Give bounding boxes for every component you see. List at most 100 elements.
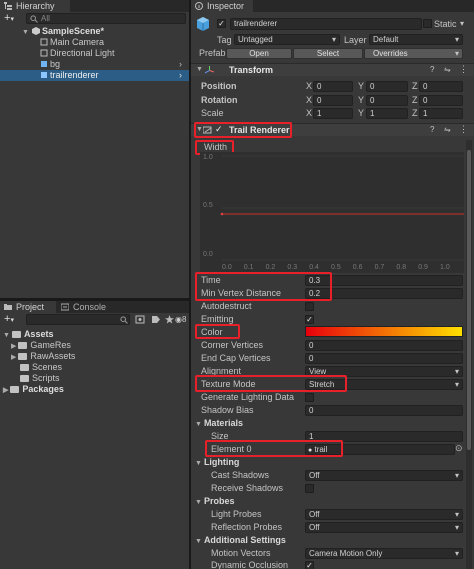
motion-vectors-dropdown[interactable]: Camera Motion Only xyxy=(305,548,463,559)
emitting-checkbox[interactable]: ✓ xyxy=(305,315,314,324)
filter-label-icon[interactable] xyxy=(151,315,161,324)
rotation-x-label[interactable]: X xyxy=(306,95,312,106)
static-dropdown-icon[interactable]: ▾ xyxy=(460,19,464,28)
probes-foldout[interactable]: ▼ Probes xyxy=(195,496,234,508)
scale-y-field[interactable]: 1 xyxy=(366,108,408,119)
rotation-z-field[interactable]: 0 xyxy=(419,95,463,106)
prefab-overrides-dropdown[interactable]: Overrides xyxy=(364,48,463,59)
project-item-scenes[interactable]: Scenes xyxy=(20,362,62,373)
expand-gameres-icon[interactable]: ▶ xyxy=(11,343,16,350)
tab-hierarchy[interactable]: Hierarchy xyxy=(0,0,70,12)
position-y-field[interactable]: 0 xyxy=(366,81,408,92)
scale-x-label[interactable]: X xyxy=(306,108,312,119)
hierarchy-item-main-camera[interactable]: Main Camera xyxy=(40,37,104,48)
object-picker-icon[interactable]: ⊙ xyxy=(455,443,463,454)
active-checkbox[interactable]: ✓ xyxy=(217,19,226,28)
additional-settings-foldout[interactable]: ▼ Additional Settings xyxy=(195,535,286,547)
expand-scene-icon[interactable]: ▼ xyxy=(22,29,29,36)
curve-x-label: 0.9 xyxy=(418,264,428,271)
materials-foldout[interactable]: ▼ Materials xyxy=(195,418,243,430)
preset-icon[interactable]: ⇋ xyxy=(444,65,451,74)
corner-vertices-field[interactable]: 0 xyxy=(305,340,463,351)
light-probes-dropdown[interactable]: Off xyxy=(305,509,463,520)
hierarchy-search-input[interactable]: All xyxy=(26,13,186,24)
static-label[interactable]: Static xyxy=(434,19,457,30)
dynamic-occlusion-checkbox[interactable]: ✓ xyxy=(305,561,314,569)
eye-icon: ◉ xyxy=(175,315,182,324)
shadow-bias-label: Shadow Bias xyxy=(201,405,254,415)
position-z-field[interactable]: 0 xyxy=(419,81,463,92)
project-item-label: Packages xyxy=(22,384,64,394)
color-gradient-field[interactable] xyxy=(305,326,463,337)
reflection-probes-dropdown[interactable]: Off xyxy=(305,522,463,533)
static-checkbox[interactable] xyxy=(423,19,432,28)
position-z-label[interactable]: Z xyxy=(412,81,418,92)
hierarchy-item-bg[interactable]: bg xyxy=(40,59,60,70)
width-curve-editor[interactable]: 1.0 0.5 0.0 0.0 0.1 0.2 0.3 0.4 0.5 0.6 0.7 0.8 0… xyxy=(200,152,464,273)
prefab-open-button[interactable]: Open xyxy=(226,48,292,59)
scale-y-label[interactable]: Y xyxy=(358,108,364,119)
collapse-transform-icon[interactable]: ▼ xyxy=(196,66,203,73)
rotation-z-label[interactable]: Z xyxy=(412,95,418,106)
create-button[interactable]: +▾ xyxy=(4,13,22,24)
generate-lighting-data-checkbox[interactable] xyxy=(305,393,314,402)
cast-shadows-label: Cast Shadows xyxy=(211,470,270,480)
rotation-y-field[interactable]: 0 xyxy=(366,95,408,106)
inspector-scrollbar-thumb[interactable] xyxy=(467,150,471,450)
position-y-label[interactable]: Y xyxy=(358,81,364,92)
transform-header[interactable]: ▼ Transform ? ⇋ ⋮ xyxy=(191,63,474,76)
tab-inspector[interactable]: Inspector xyxy=(191,0,253,12)
position-x-label[interactable]: X xyxy=(306,81,312,92)
tab-console[interactable]: Console xyxy=(57,301,117,313)
rotation-x-field[interactable]: 0 xyxy=(313,95,353,106)
layer-dropdown[interactable]: Default xyxy=(369,34,463,45)
position-x-field[interactable]: 0 xyxy=(313,81,353,92)
scale-z-label[interactable]: Z xyxy=(412,108,418,119)
hidden-packages-badge[interactable]: ◉8 xyxy=(175,314,186,325)
prefab-icon xyxy=(41,72,47,78)
help-icon[interactable]: ? xyxy=(430,65,434,74)
more-options-icon[interactable]: ⋮ xyxy=(459,64,468,75)
project-item-scripts[interactable]: Scripts xyxy=(20,373,60,384)
expand-packages-icon[interactable]: ▶ xyxy=(3,387,8,394)
project-search-input[interactable] xyxy=(26,314,130,325)
scale-x-field[interactable]: 1 xyxy=(313,108,353,119)
expand-rawassets-icon[interactable]: ▶ xyxy=(11,354,16,361)
hierarchy-item-bg-arrow-icon[interactable]: › xyxy=(179,59,182,70)
rotation-y-label[interactable]: Y xyxy=(358,95,364,106)
prefab-select-button[interactable]: Select xyxy=(293,48,363,59)
receive-shadows-checkbox[interactable] xyxy=(305,484,314,493)
preset-icon[interactable]: ⇋ xyxy=(444,125,451,134)
hierarchy-item-directional-light[interactable]: Directional Light xyxy=(40,48,115,59)
favorite-star-icon[interactable] xyxy=(165,315,174,324)
help-icon[interactable]: ? xyxy=(430,125,434,134)
project-create-button[interactable]: +▾ xyxy=(4,314,22,325)
more-options-icon[interactable]: ⋮ xyxy=(459,124,468,135)
tab-project[interactable]: Project xyxy=(0,301,56,313)
end-cap-vertices-field[interactable]: 0 xyxy=(305,353,463,364)
filter-type-icon[interactable] xyxy=(135,315,145,324)
collapse-probes-icon[interactable]: ▼ xyxy=(195,499,202,506)
prefab-label: Prefab xyxy=(199,48,226,58)
element0-highlight xyxy=(205,440,343,457)
hierarchy-item-trailrenderer[interactable]: trailrenderer xyxy=(40,70,99,81)
object-name-input[interactable]: trailrenderer xyxy=(230,18,422,30)
shadow-bias-field[interactable]: 0 xyxy=(305,405,463,416)
receive-shadows-label: Receive Shadows xyxy=(211,483,284,493)
tag-label: Tag xyxy=(217,35,232,45)
expand-assets-icon[interactable]: ▼ xyxy=(3,332,10,339)
autodestruct-checkbox[interactable] xyxy=(305,302,314,311)
project-item-label: Scripts xyxy=(32,373,60,383)
collapse-additional-icon[interactable]: ▼ xyxy=(195,538,202,545)
scale-z-field[interactable]: 1 xyxy=(419,108,463,119)
lighting-foldout[interactable]: ▼ Lighting xyxy=(195,457,239,469)
cast-shadows-dropdown[interactable]: Off xyxy=(305,470,463,481)
hierarchy-item-trailrenderer-arrow-icon[interactable]: › xyxy=(179,70,182,81)
project-item-packages[interactable]: ▶ Packages xyxy=(3,384,64,396)
gameobject-cube-icon xyxy=(197,17,209,31)
curve-key-point[interactable] xyxy=(220,212,224,216)
tab-inspector-label: Inspector xyxy=(207,1,245,11)
collapse-materials-icon[interactable]: ▼ xyxy=(195,421,202,428)
tag-dropdown[interactable]: Untagged xyxy=(234,34,340,45)
collapse-lighting-icon[interactable]: ▼ xyxy=(195,460,202,467)
